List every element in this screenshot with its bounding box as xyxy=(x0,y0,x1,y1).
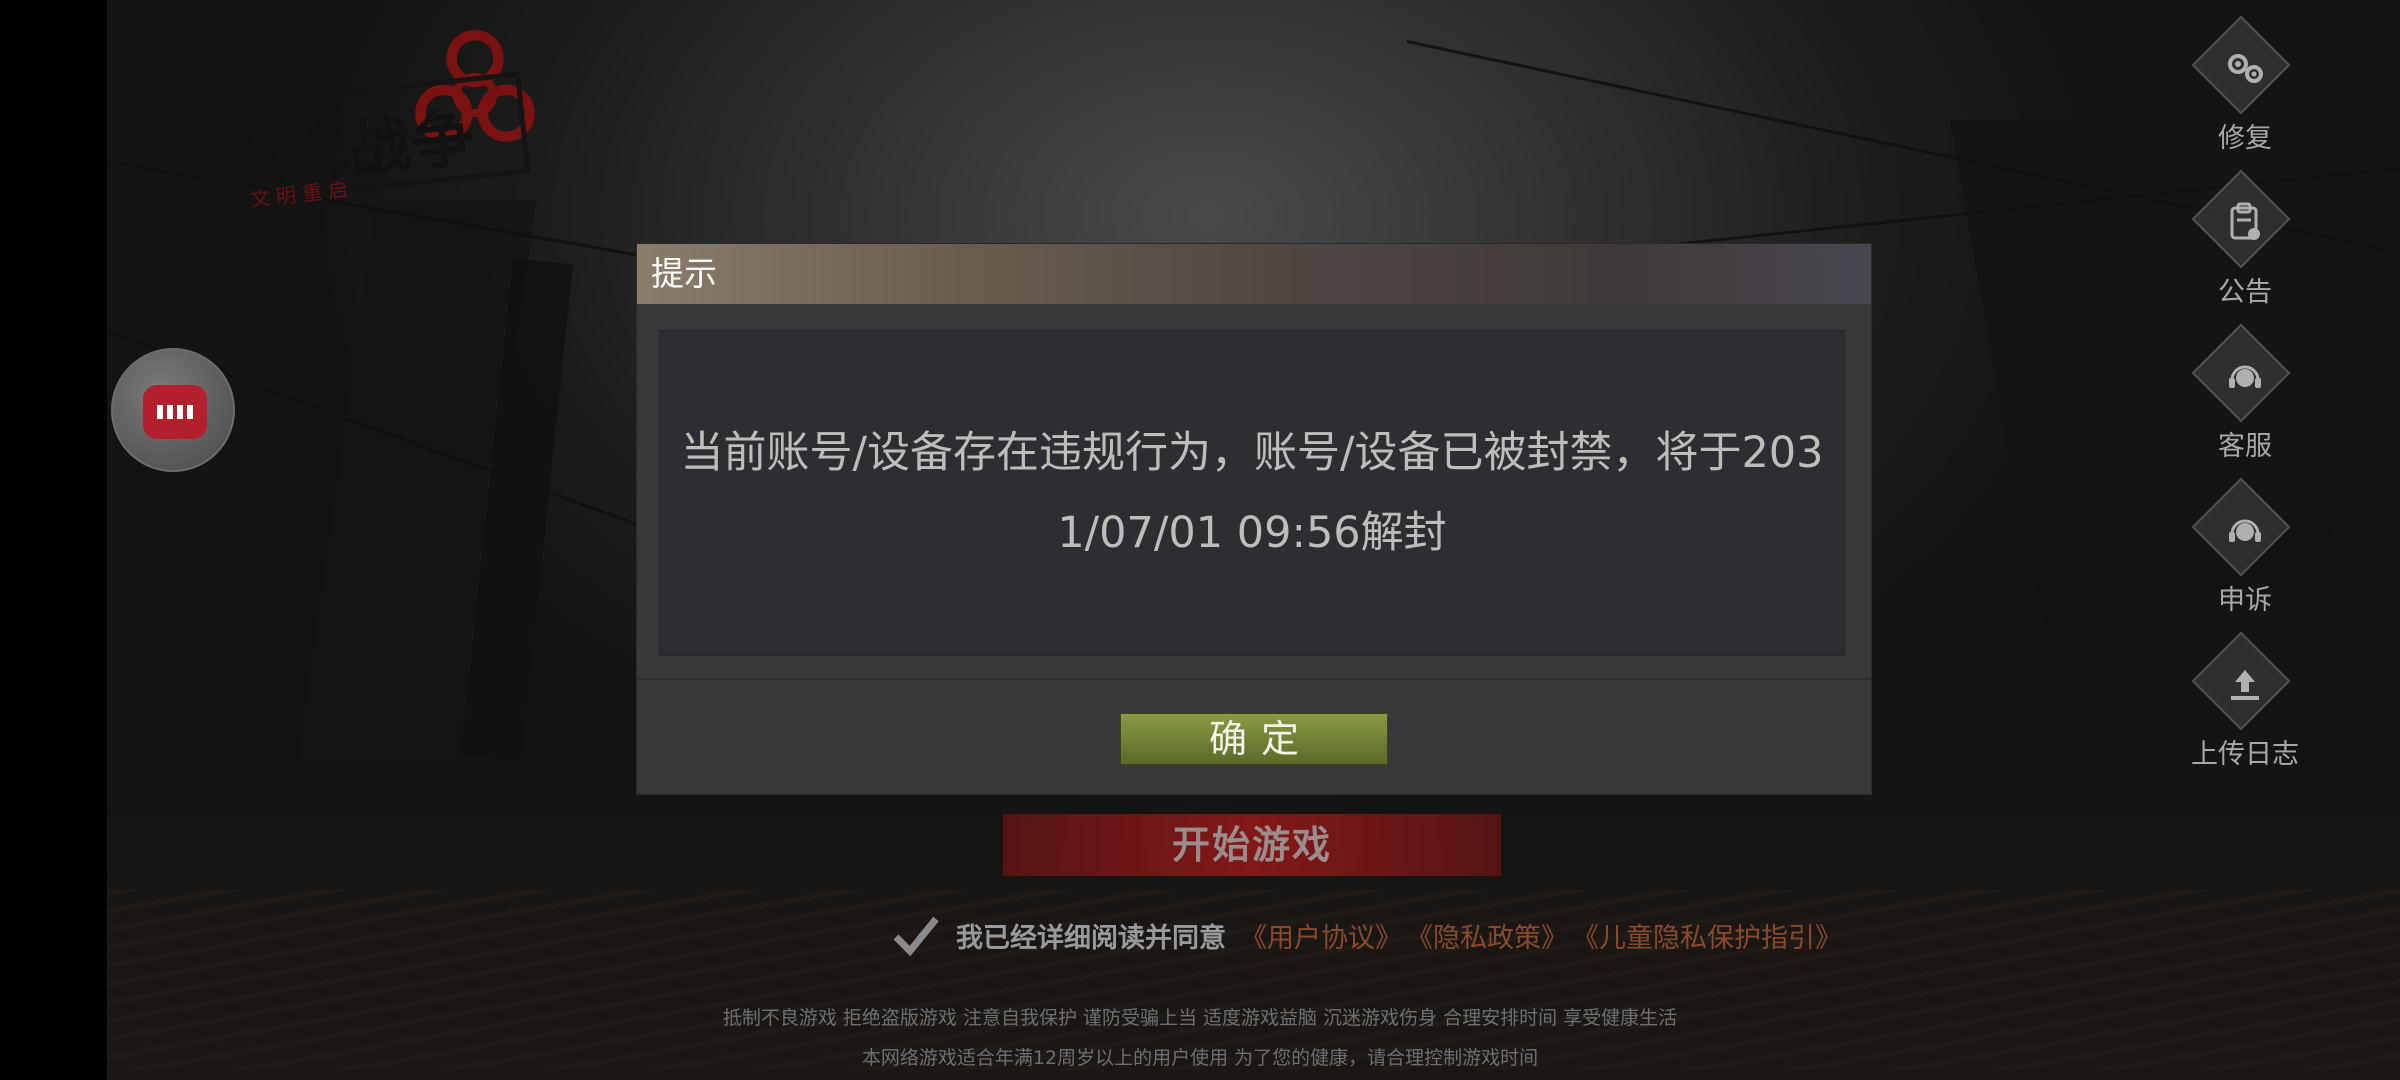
dialog-header: 提示 xyxy=(637,244,1871,304)
game-login-screen: 王牌战争 文明重启 修复 公告 客服 申诉 上传日志 开始游戏 我已经详细阅读并… xyxy=(0,0,2400,1080)
confirm-button[interactable]: 确定 xyxy=(1120,713,1388,765)
dialog-body: 当前账号/设备存在违规行为，账号/设备已被封禁，将于2031/07/01 09:… xyxy=(659,330,1845,656)
dialog-divider xyxy=(637,678,1871,680)
ban-notice-dialog: 提示 当前账号/设备存在违规行为，账号/设备已被封禁，将于2031/07/01 … xyxy=(637,244,1871,794)
dialog-message: 当前账号/设备存在违规行为，账号/设备已被封禁，将于2031/07/01 09:… xyxy=(680,428,1824,558)
dialog-title: 提示 xyxy=(651,254,717,293)
